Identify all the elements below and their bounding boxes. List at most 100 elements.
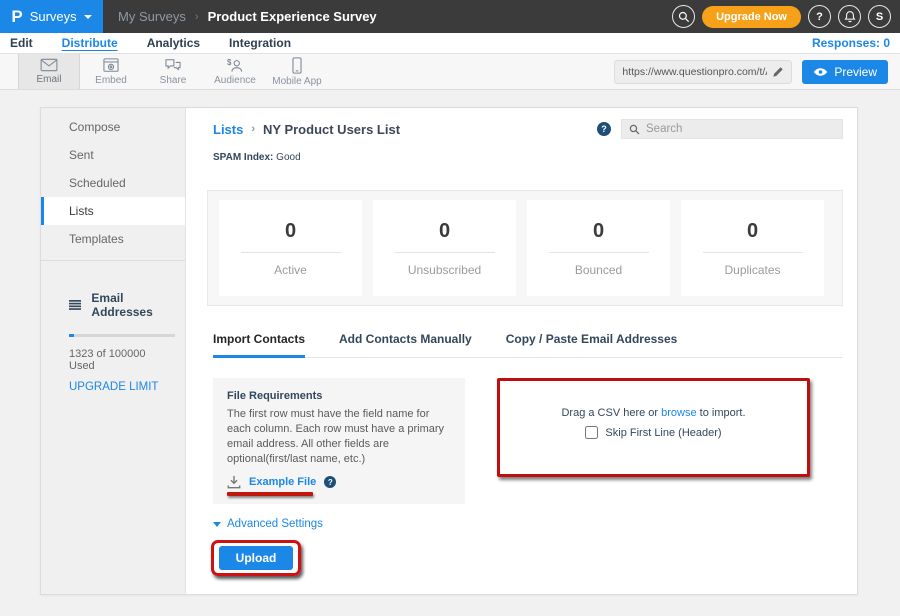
stat-label: Active [274, 263, 307, 277]
tool-share-label: Share [160, 75, 187, 86]
preview-button[interactable]: Preview [802, 60, 888, 84]
drag-text: Drag a CSV here or [561, 407, 658, 419]
eye-icon [813, 67, 828, 77]
stat-value: 0 [593, 220, 604, 243]
breadcrumb-my-surveys[interactable]: My Surveys [118, 9, 186, 24]
responses-count[interactable]: Responses: 0 [812, 36, 890, 50]
survey-title: Product Experience Survey [208, 9, 377, 24]
search-icon [678, 11, 690, 23]
tab-import-contacts[interactable]: Import Contacts [213, 332, 305, 358]
list-detail-main: Lists › NY Product Users List ? SPAM Ind… [186, 108, 857, 594]
upgrade-now-button[interactable]: Upgrade Now [702, 6, 801, 28]
sidebar-item-sent[interactable]: Sent [41, 141, 185, 169]
advanced-settings-toggle[interactable]: Advanced Settings [213, 518, 323, 530]
help-button[interactable]: ? [808, 5, 831, 28]
help-icon[interactable]: ? [597, 122, 611, 136]
stat-label: Duplicates [724, 263, 780, 277]
survey-section-nav: Edit Distribute Analytics Integration Re… [0, 33, 900, 53]
mobile-app-icon [291, 57, 303, 74]
tab-add-contacts-manually[interactable]: Add Contacts Manually [339, 332, 472, 357]
contact-search-box [621, 119, 843, 139]
surveys-menu-label: Surveys [30, 9, 77, 24]
upgrade-limit-link[interactable]: UPGRADE LIMIT [69, 381, 171, 393]
edit-url-pencil-icon[interactable] [772, 66, 784, 78]
browse-link[interactable]: browse [661, 407, 696, 419]
contact-search-input[interactable] [646, 123, 835, 135]
file-requirements-box: File Requirements The first row must hav… [213, 378, 465, 504]
example-file-link[interactable]: Example File [249, 476, 316, 488]
tool-email-label: Email [36, 74, 61, 85]
survey-url-input[interactable] [622, 66, 767, 78]
sidebar-item-compose[interactable]: Compose [41, 113, 185, 141]
tab-copy-paste-email-addresses[interactable]: Copy / Paste Email Addresses [506, 332, 678, 357]
tab-edit[interactable]: Edit [10, 36, 33, 50]
upload-button[interactable]: Upload [219, 546, 293, 570]
tab-distribute[interactable]: Distribute [62, 36, 118, 50]
email-distribution-panel: Compose Sent Scheduled Lists Templates E… [40, 107, 858, 595]
tool-mobile-app-label: Mobile App [272, 76, 321, 87]
breadcrumb-separator: › [195, 11, 199, 23]
surveys-product-menu[interactable]: P Surveys [0, 0, 103, 33]
email-icon [40, 58, 58, 72]
dropzone-instruction: Drag a CSV here or browse to import. [561, 407, 745, 419]
sidebar-item-lists[interactable]: Lists [41, 197, 185, 225]
skip-first-line-label: Skip First Line (Header) [605, 427, 721, 439]
toolbar-right: Preview [614, 54, 900, 89]
tab-analytics[interactable]: Analytics [147, 36, 200, 50]
import-text: to import. [700, 407, 746, 419]
example-file-help-icon[interactable]: ? [324, 476, 336, 488]
audience-icon: $ [226, 58, 244, 73]
stat-label: Unsubscribed [408, 263, 481, 277]
stat-card-unsubscribed: 0 Unsubscribed [373, 200, 516, 296]
contact-tabs: Import Contacts Add Contacts Manually Co… [213, 332, 843, 358]
list-breadcrumb: Lists › NY Product Users List [213, 122, 400, 137]
tool-email[interactable]: Email [18, 54, 80, 89]
tool-audience[interactable]: $ Audience [204, 54, 266, 89]
tool-embed-label: Embed [95, 75, 127, 86]
email-sidebar: Compose Sent Scheduled Lists Templates E… [41, 108, 186, 594]
chevron-down-icon [213, 522, 221, 527]
email-usage-text: 1323 of 100000 Used [69, 348, 171, 372]
topbar-actions: Upgrade Now ? S [672, 5, 900, 28]
survey-url-box [614, 60, 792, 84]
email-addresses-block: Email Addresses 1323 of 100000 Used UPGR… [41, 261, 185, 393]
tool-mobile-app[interactable]: Mobile App [266, 54, 328, 89]
search-icon [629, 124, 640, 135]
skip-first-line-checkbox[interactable] [585, 426, 598, 439]
stat-value: 0 [439, 220, 450, 243]
file-requirements-title: File Requirements [227, 390, 451, 402]
notifications-button[interactable] [838, 5, 861, 28]
embed-icon [103, 58, 119, 73]
spam-index-label: SPAM Index: [213, 152, 273, 163]
search-button[interactable] [672, 5, 695, 28]
tool-share[interactable]: Share [142, 54, 204, 89]
chevron-down-icon [84, 15, 92, 19]
stat-label: Bounced [575, 263, 622, 277]
survey-breadcrumb: My Surveys › Product Experience Survey [118, 9, 377, 24]
stat-divider [549, 252, 649, 253]
csv-dropzone-annotated[interactable]: Drag a CSV here or browse to import. Ski… [497, 378, 810, 477]
breadcrumb-separator: › [251, 123, 255, 135]
tool-audience-label: Audience [214, 75, 256, 86]
svg-text:$: $ [227, 58, 232, 67]
breadcrumb-lists-link[interactable]: Lists [213, 122, 243, 137]
spam-index: SPAM Index: Good [213, 152, 843, 163]
list-icon [69, 299, 81, 311]
stat-value: 0 [285, 220, 296, 243]
stat-card-bounced: 0 Bounced [527, 200, 670, 296]
tab-integration[interactable]: Integration [229, 36, 291, 50]
stat-divider [395, 252, 495, 253]
user-avatar[interactable]: S [868, 5, 891, 28]
sidebar-item-templates[interactable]: Templates [41, 225, 185, 253]
stat-card-active: 0 Active [219, 200, 362, 296]
email-usage-progressbar [69, 334, 175, 337]
annotation-red-box: Upload [211, 540, 301, 576]
bell-icon [844, 10, 856, 23]
download-icon [227, 475, 241, 489]
email-usage-progress-fill [69, 334, 74, 337]
share-icon [164, 58, 182, 73]
tool-embed[interactable]: Embed [80, 54, 142, 89]
sidebar-item-scheduled[interactable]: Scheduled [41, 169, 185, 197]
spam-index-value: Good [276, 152, 300, 163]
distribute-toolbar: Email Embed Share $ Audience Mobile App … [0, 53, 900, 90]
